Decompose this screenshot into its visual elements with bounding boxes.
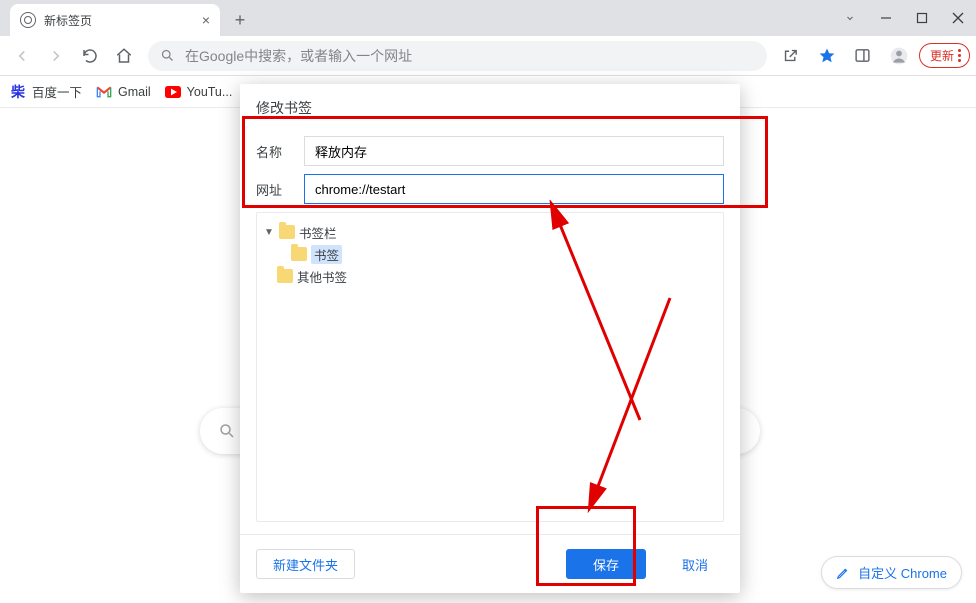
youtube-icon <box>165 84 181 100</box>
bookmark-label: Gmail <box>118 85 151 99</box>
nav-home-button[interactable] <box>108 40 140 72</box>
url-label: 网址 <box>256 180 290 199</box>
new-tab-button[interactable]: + <box>226 6 254 34</box>
bookmark-item-baidu[interactable]: 柴 百度一下 <box>10 82 82 101</box>
baidu-icon: 柴 <box>10 84 26 100</box>
tab-title: 新标签页 <box>44 12 92 29</box>
tab-search-button[interactable] <box>832 0 868 36</box>
dialog-footer: 新建文件夹 保存 取消 <box>240 534 740 593</box>
folder-icon <box>279 225 295 239</box>
tree-row-bookmarks-child[interactable]: 书签 <box>263 243 717 265</box>
window-maximize-button[interactable] <box>904 0 940 36</box>
bookmark-label: 百度一下 <box>32 82 82 101</box>
share-button[interactable] <box>775 40 807 72</box>
gmail-icon <box>96 84 112 100</box>
nav-back-button[interactable] <box>6 40 38 72</box>
bookmark-item-youtube[interactable]: YouTu... <box>165 84 233 100</box>
cancel-button[interactable]: 取消 <box>666 549 724 579</box>
save-button[interactable]: 保存 <box>566 549 646 579</box>
browser-toolbar: 在Google中搜索，或者输入一个网址 更新 <box>0 36 976 76</box>
update-button[interactable]: 更新 <box>919 43 970 68</box>
pencil-icon <box>836 566 850 580</box>
customize-chrome-button[interactable]: 自定义 Chrome <box>821 556 962 589</box>
tree-label-selected: 书签 <box>311 245 342 264</box>
window-minimize-button[interactable] <box>868 0 904 36</box>
tab-favicon-icon <box>20 12 36 28</box>
search-icon <box>218 422 236 440</box>
folder-icon <box>277 269 293 283</box>
browser-tab[interactable]: 新标签页 × <box>10 4 220 36</box>
folder-icon <box>291 247 307 261</box>
dialog-title: 修改书签 <box>240 84 740 128</box>
window-titlebar: 新标签页 × + <box>0 0 976 36</box>
customize-chrome-label: 自定义 Chrome <box>858 563 947 582</box>
update-button-label: 更新 <box>930 47 954 64</box>
search-icon <box>160 48 175 63</box>
url-field-row: 网址 <box>256 174 724 204</box>
tree-label: 书签栏 <box>299 223 337 242</box>
nav-forward-button[interactable] <box>40 40 72 72</box>
tree-toggle-icon[interactable]: ▼ <box>263 227 275 238</box>
bookmark-label: YouTu... <box>187 85 233 99</box>
bookmark-item-gmail[interactable]: Gmail <box>96 84 151 100</box>
address-bar[interactable]: 在Google中搜索，或者输入一个网址 <box>148 41 767 71</box>
bookmark-name-input[interactable] <box>304 136 724 166</box>
tree-row-other[interactable]: 其他书签 <box>263 265 717 287</box>
name-field-row: 名称 <box>256 136 724 166</box>
bookmark-star-button[interactable] <box>811 40 843 72</box>
folder-tree[interactable]: ▼ 书签栏 书签 其他书签 <box>256 212 724 522</box>
bookmark-url-input[interactable] <box>304 174 724 204</box>
window-close-button[interactable] <box>940 0 976 36</box>
profile-button[interactable] <box>883 40 915 72</box>
name-label: 名称 <box>256 142 290 161</box>
address-bar-placeholder: 在Google中搜索，或者输入一个网址 <box>185 46 412 66</box>
menu-dots-icon <box>958 49 961 62</box>
edit-bookmark-dialog: 修改书签 名称 网址 ▼ 书签栏 书签 其他书签 新建文件夹 <box>240 84 740 593</box>
tree-label: 其他书签 <box>297 267 347 286</box>
window-controls <box>832 0 976 36</box>
side-panel-button[interactable] <box>847 40 879 72</box>
tab-close-button[interactable]: × <box>202 12 210 28</box>
nav-reload-button[interactable] <box>74 40 106 72</box>
new-folder-button[interactable]: 新建文件夹 <box>256 549 355 579</box>
tree-row-bookmarks-bar[interactable]: ▼ 书签栏 <box>263 221 717 243</box>
